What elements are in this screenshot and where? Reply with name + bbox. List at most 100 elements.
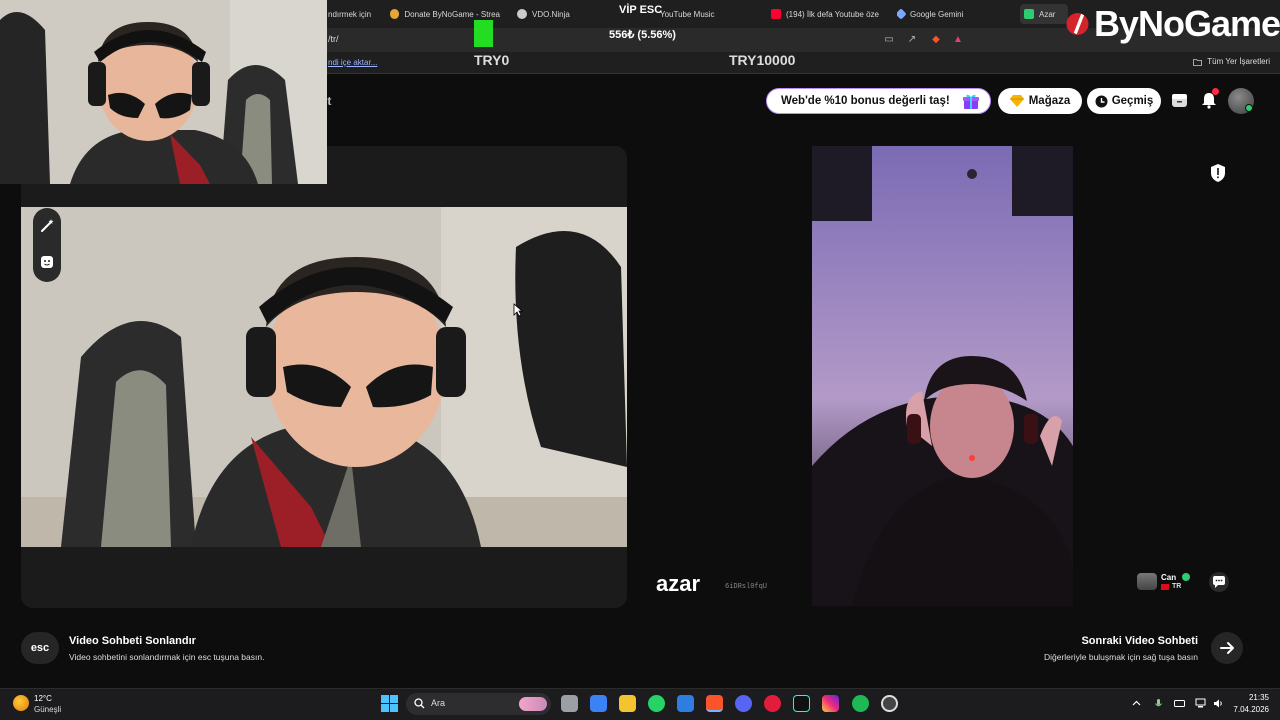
streamer-webcam-overlay	[0, 0, 327, 184]
online-status-dot	[1245, 104, 1253, 112]
streamer-webcam-image	[0, 0, 327, 184]
windows-start-icon[interactable]	[381, 695, 398, 712]
face-filter-icon[interactable]	[39, 254, 55, 270]
partner-avatar[interactable]	[1137, 573, 1157, 590]
end-chat-esc-button[interactable]: esc	[21, 632, 59, 664]
shop-button[interactable]: Mağaza	[998, 88, 1082, 114]
arrow-right-icon	[1220, 642, 1234, 654]
microphone-icon[interactable]	[1153, 698, 1164, 709]
end-chat-description: Video sohbetini sonlandırmak için esc tu…	[69, 652, 265, 662]
bynogame-logo: ByNoGame	[1065, 0, 1280, 48]
turkey-flag-icon	[1161, 583, 1169, 590]
keyboard-icon[interactable]	[1174, 698, 1185, 709]
instagram-icon[interactable]	[822, 695, 839, 712]
local-camera-feed	[21, 207, 627, 547]
azar-logo: azar	[656, 571, 701, 596]
all-bookmarks-label: Tüm Yer İşaretleri	[1207, 57, 1270, 66]
browser-tab[interactable]: Google Gemini	[897, 4, 997, 24]
history-button[interactable]: Geçmiş	[1087, 88, 1161, 114]
shop-label: Mağaza	[1028, 95, 1071, 107]
vip-label: VİP ESC	[619, 4, 663, 16]
brave-rewards-icon[interactable]: ▲	[952, 34, 964, 46]
tab-label: YouTube Music	[660, 9, 715, 19]
weather-sun-icon[interactable]	[13, 695, 29, 711]
next-chat-button[interactable]	[1211, 632, 1243, 664]
mail-icon[interactable]	[677, 695, 694, 712]
tab-label: Azar	[1039, 9, 1056, 19]
import-bookmarks-link[interactable]: ndi içe aktar...	[328, 58, 377, 67]
task-view-icon[interactable]	[561, 695, 578, 712]
bynogame-mark-icon	[1066, 12, 1089, 36]
taskbar-search-box[interactable]: Ara	[406, 693, 551, 715]
spotify-icon[interactable]	[852, 695, 869, 712]
donation-progress-bar	[474, 20, 493, 47]
weather-description: Güneşli	[34, 705, 62, 714]
goal-min-label: TRY0	[474, 52, 510, 68]
whatsapp-icon[interactable]	[648, 695, 665, 712]
tab-label: Google Gemini	[910, 9, 964, 19]
notification-badge	[1212, 88, 1219, 95]
windows-taskbar	[0, 688, 1280, 720]
partner-video-feed	[812, 146, 1073, 606]
bonus-promo-button[interactable]: Web'de %10 bonus değerli taş!	[766, 88, 991, 114]
browser-tab[interactable]: YouTube Music	[660, 4, 750, 24]
all-bookmarks[interactable]: Tüm Yer İşaretleri	[1193, 57, 1270, 66]
browser-tab-active[interactable]: Azar	[1020, 4, 1068, 24]
network-icon[interactable]	[1195, 698, 1206, 709]
brave-shield-icon[interactable]: ◆	[930, 34, 942, 46]
clock-time[interactable]: 21:35	[1247, 693, 1269, 702]
obs-studio-icon[interactable]	[881, 695, 898, 712]
azar-tab-icon	[1024, 9, 1034, 19]
share-icon[interactable]: ↗	[906, 34, 918, 46]
report-shield-icon[interactable]	[1209, 163, 1227, 183]
tab-label: VDO.Ninja	[532, 9, 570, 19]
folder-icon	[1193, 58, 1203, 66]
opera-gx-icon[interactable]	[764, 695, 781, 712]
promo-text: Web'de %10 bonus değerli taş!	[781, 95, 950, 107]
bynogame-wordmark: ByNoGame	[1093, 3, 1280, 44]
partner-country-code: TR	[1172, 583, 1182, 590]
partner-country: TR	[1161, 583, 1181, 590]
gem-icon	[1009, 95, 1024, 107]
clock-date[interactable]: 7.04.2026	[1233, 705, 1269, 714]
chat-bubble-icon[interactable]	[1209, 572, 1229, 592]
donation-amount: 556₺ (5.56%)	[609, 29, 676, 41]
session-id: 6iDRsl0fqU	[725, 583, 768, 591]
youtube-icon	[771, 9, 781, 19]
browser-tab[interactable]: (194) İlk defa Youtube öze	[771, 4, 881, 24]
chevron-up-icon[interactable]	[1131, 698, 1142, 709]
tab-label: ndırmek için	[328, 9, 372, 19]
search-highlight-icon	[519, 697, 547, 711]
search-placeholder: Ara	[431, 698, 446, 708]
brave-browser-icon[interactable]	[706, 695, 723, 712]
tab-label: (194) İlk defa Youtube öze	[786, 9, 879, 19]
discord-icon[interactable]	[735, 695, 752, 712]
volume-icon[interactable]	[1213, 698, 1224, 709]
search-icon	[414, 698, 425, 709]
goal-max-label: TRY10000	[729, 52, 796, 68]
browser-tab[interactable]: ndırmek için	[328, 4, 378, 24]
url-text[interactable]: /tr/	[328, 34, 339, 44]
browser-tab[interactable]: VDO.Ninja	[517, 4, 607, 24]
gift-icon	[963, 94, 979, 109]
camera-tools-strip	[33, 208, 61, 282]
next-chat-title: Sonraki Video Sohbeti	[1081, 635, 1198, 647]
end-chat-title: Video Sohbeti Sonlandır	[69, 635, 196, 647]
file-explorer-icon[interactable]	[619, 695, 636, 712]
inbox-icon[interactable]	[1171, 92, 1188, 109]
bynogame-tab-icon	[390, 9, 400, 19]
tiktok-icon[interactable]	[793, 695, 810, 712]
microsoft-store-icon[interactable]	[590, 695, 607, 712]
magic-wand-icon[interactable]	[39, 218, 55, 234]
cast-icon[interactable]: ▭	[883, 34, 895, 46]
tab-label: Donate ByNoGame - Strea	[404, 9, 500, 19]
history-label: Geçmiş	[1111, 95, 1154, 107]
clock-icon	[1095, 95, 1108, 107]
mouse-cursor-icon	[513, 303, 523, 317]
weather-temperature: 12°C	[34, 694, 52, 703]
vdo-ninja-icon	[517, 9, 527, 19]
partner-camera-image	[812, 146, 1073, 606]
partner-name: Can	[1161, 573, 1177, 582]
next-chat-description: Diğerleriyle buluşmak için sağ tuşa bası…	[1043, 652, 1198, 662]
gemini-icon	[897, 8, 907, 20]
